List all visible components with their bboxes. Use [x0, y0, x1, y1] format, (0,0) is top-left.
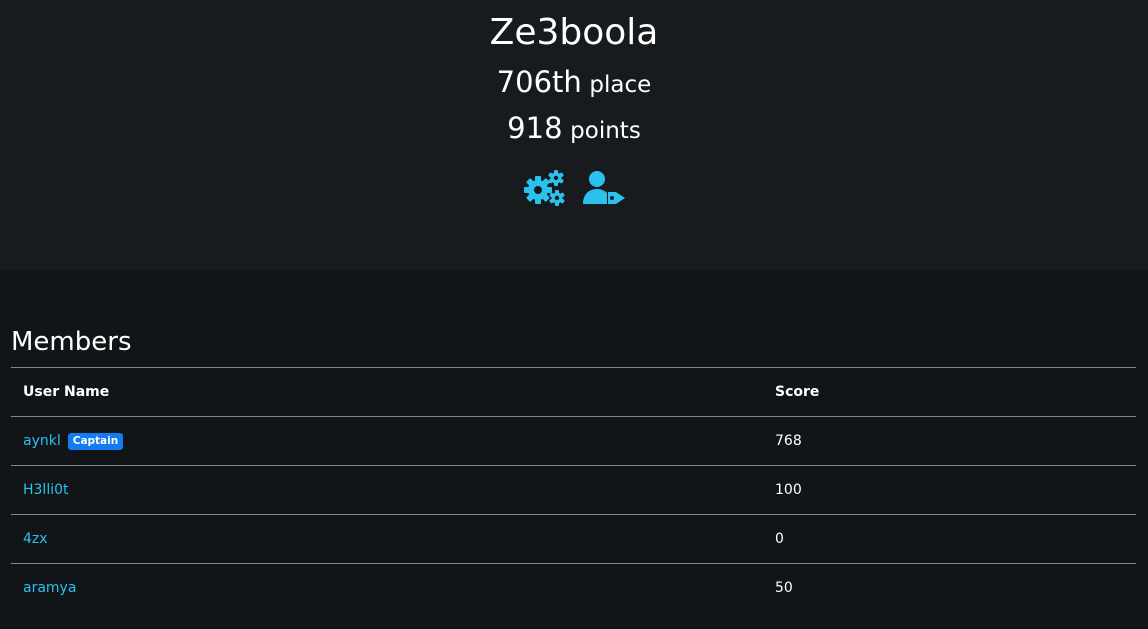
column-header-username: User Name	[11, 367, 763, 417]
table-row: H3lli0t 100	[11, 465, 1136, 515]
member-link[interactable]: 4zx	[23, 531, 48, 547]
members-table: User Name Score aynkl Captain 768 H3lli0t…	[11, 367, 1136, 612]
member-link[interactable]: aynkl	[23, 433, 61, 449]
member-score: 0	[763, 514, 1136, 564]
table-row: aramya 50	[11, 563, 1136, 612]
team-actions	[0, 170, 1148, 208]
user-tag-icon[interactable]	[583, 170, 625, 206]
member-name-cell: aramya	[11, 563, 763, 612]
settings-gears-icon[interactable]	[523, 170, 565, 206]
member-score: 768	[763, 416, 1136, 466]
member-link[interactable]: H3lli0t	[23, 482, 69, 498]
table-row: aynkl Captain 768	[11, 416, 1136, 466]
points-value: 918	[507, 111, 563, 145]
team-header: Ze3boola 706th place 918 points	[0, 0, 1148, 270]
place-label: place	[589, 72, 652, 98]
captain-badge: Captain	[67, 432, 124, 450]
members-title: Members	[11, 327, 132, 357]
member-name-cell: 4zx	[11, 514, 763, 564]
table-header-row: User Name Score	[11, 367, 1136, 417]
team-points: 918 points	[0, 108, 1148, 151]
member-link[interactable]: aramya	[23, 580, 76, 596]
team-place: 706th place	[0, 62, 1148, 105]
member-name-cell: H3lli0t	[11, 465, 763, 515]
member-score: 100	[763, 465, 1136, 515]
member-name-cell: aynkl Captain	[11, 416, 763, 466]
column-header-score: Score	[763, 367, 1136, 417]
table-row: 4zx 0	[11, 514, 1136, 564]
points-label: points	[570, 118, 641, 144]
team-name: Ze3boola	[489, 12, 659, 53]
place-value: 706th	[496, 65, 582, 99]
member-score: 50	[763, 563, 1136, 612]
